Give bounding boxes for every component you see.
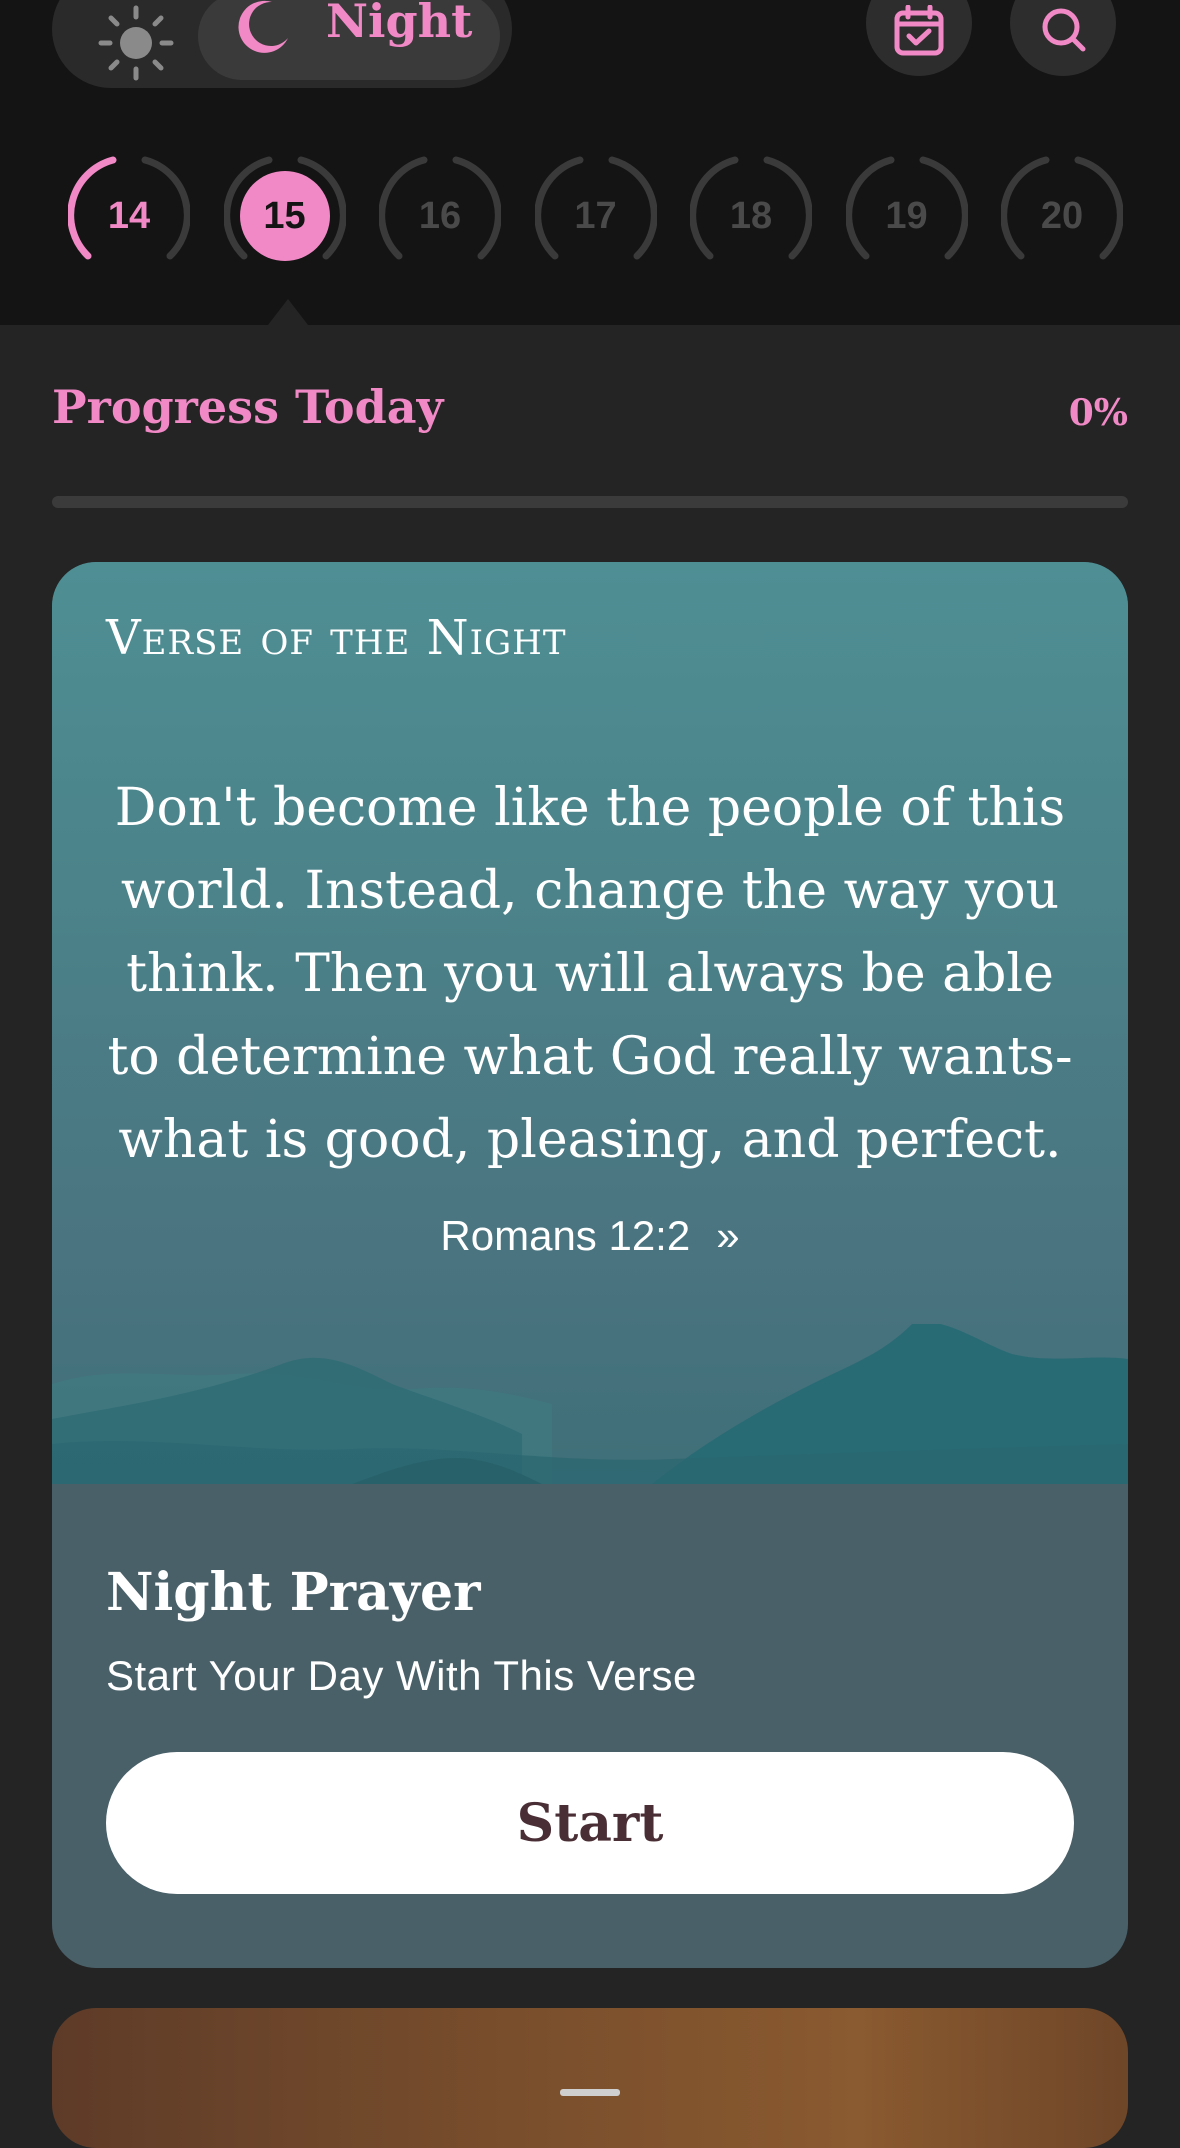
day-number: 20 [1040, 194, 1084, 237]
day-number: 19 [885, 194, 928, 237]
verse-reference-link[interactable]: Romans 12:2 » [52, 1212, 1128, 1260]
day-14[interactable]: 14 [68, 155, 190, 277]
progress-bar [52, 496, 1128, 508]
verse-text: Don't become like the people of this wor… [107, 778, 1073, 1170]
day-16[interactable]: 16 [379, 155, 501, 277]
day-19[interactable]: 19 [845, 155, 968, 277]
day-20[interactable]: 20 [1001, 155, 1123, 277]
calendar-check-icon [894, 5, 944, 56]
sun-icon [98, 5, 174, 81]
verse-card: Verse of the Night Don't become like the… [52, 562, 1128, 1968]
verse-hero[interactable]: Verse of the Night Don't become like the… [52, 562, 1128, 1484]
prayer-title: Night Prayer [106, 1562, 481, 1623]
mode-label: Night [326, 0, 473, 48]
day-mode-button[interactable] [82, 0, 190, 86]
day-number: 16 [418, 194, 462, 237]
double-chevron-right-icon: » [716, 1212, 740, 1259]
day-15[interactable]: 15 [223, 155, 346, 277]
home-indicator [560, 2089, 620, 2096]
day-night-toggle[interactable]: Night [52, 0, 512, 88]
night-mode-button[interactable]: Night [198, 0, 500, 80]
day-selector: 14 15 16 17 18 19 20 [0, 155, 1180, 265]
progress-percent: 0% [1068, 392, 1128, 434]
verse-heading: Verse of the Night [106, 610, 567, 666]
verse-reference: Romans 12:2 [440, 1212, 691, 1259]
moon-icon [238, 0, 288, 53]
next-card-preview[interactable] [52, 2008, 1128, 2148]
mountains-illustration [52, 1324, 1128, 1484]
start-button[interactable]: Start [106, 1752, 1074, 1894]
day-17[interactable]: 17 [534, 155, 657, 277]
day-18[interactable]: 18 [690, 155, 812, 277]
progress-title: Progress Today [52, 380, 444, 434]
prayer-subtitle: Start Your Day With This Verse [106, 1652, 697, 1699]
selected-day-pointer [268, 299, 308, 325]
search-icon [1042, 8, 1086, 52]
day-number: 14 [107, 194, 151, 237]
day-number: 17 [574, 194, 617, 237]
day-number: 15 [263, 194, 306, 237]
day-number: 18 [729, 194, 773, 237]
